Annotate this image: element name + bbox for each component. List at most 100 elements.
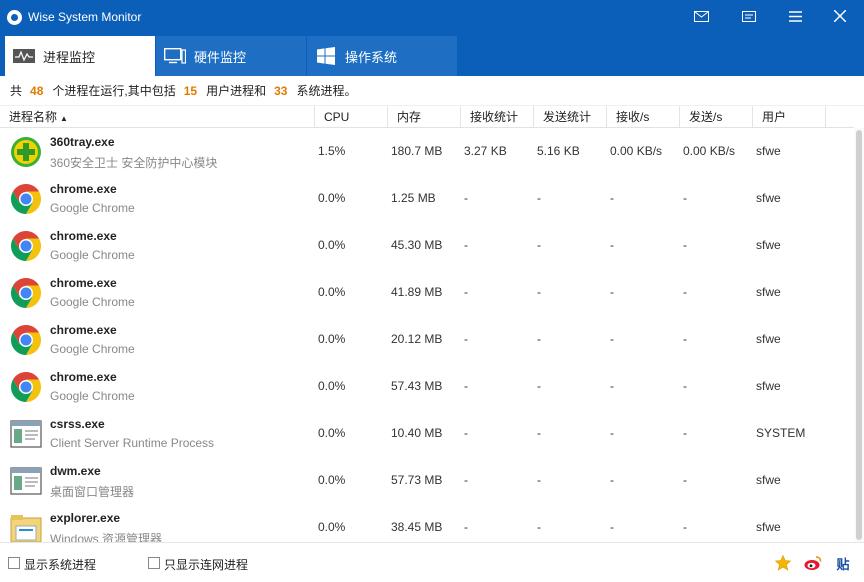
tab-hardware-monitor[interactable]: 硬件监控 [156,36,306,76]
column-header-cpu[interactable]: CPU [315,106,388,128]
process-sent-cell: - [537,238,541,252]
process-mem-cell: 1.25 MB [391,191,436,205]
process-sent-cell: - [537,520,541,534]
process-mem-cell: 45.30 MB [391,238,443,252]
tab-operating-system[interactable]: 操作系统 [307,36,457,76]
process-row[interactable]: chrome.exe Google Chrome 0.0% 57.43 MB - - - - s… [0,363,854,410]
process-sent-s-cell: - [683,191,687,205]
process-user-cell: sfwe [756,285,781,299]
chrome-icon [10,371,42,403]
process-name: chrome.exe [50,370,117,384]
process-sent-s-cell: - [683,379,687,393]
process-table-header: 进程名称 ▲ CPU 内存 接收统计 发送统计 接收/s 发送/s 用户 [0,106,854,128]
user-process-count: 15 [183,83,198,98]
process-description: Google Chrome [50,389,135,403]
process-cpu-cell: 1.5% [318,144,346,158]
process-cpu-cell: 0.0% [318,520,346,534]
process-recv-s-cell: - [610,332,614,346]
scrollbar-thumb[interactable] [856,130,862,540]
process-cpu-cell: 0.0% [318,332,346,346]
mail-icon[interactable] [689,5,713,27]
process-cpu-cell: 0.0% [318,191,346,205]
column-header-sent[interactable]: 发送统计 [534,106,607,128]
process-recv-cell: - [464,285,468,299]
window-title: Wise System Monitor [28,10,142,24]
menu-icon[interactable] [783,5,807,27]
process-list: 360tray.exe 360安全卫士 安全防护中心模块 1.5% 180.7 MB 3… [0,128,854,542]
process-recv-s-cell: - [610,379,614,393]
process-row[interactable]: dwm.exe 桌面窗口管理器 0.0% 57.73 MB - - - - sfwe [0,457,854,504]
network-only-checkbox[interactable] [148,557,160,569]
process-description: Client Server Runtime Process [50,436,215,450]
process-cpu-cell: 0.0% [318,238,346,252]
column-header-receive-rate[interactable]: 接收/s [607,106,680,128]
process-sent-s-cell: - [683,238,687,252]
summary-text: 系统进程。 [296,84,357,98]
process-recv-cell: - [464,191,468,205]
show-system-processes-label: 显示系统进程 [24,558,97,572]
process-recv-cell: - [464,426,468,440]
process-cpu-cell: 0.0% [318,426,346,440]
summary-prefix: 共 [10,84,23,98]
close-icon[interactable] [828,5,852,27]
process-sent-cell: - [537,379,541,393]
summary-text: 用户进程和 [206,84,267,98]
explorer-icon [10,512,42,542]
scrollbar[interactable] [854,128,864,542]
chrome-icon [10,277,42,309]
star-icon[interactable] [774,554,792,572]
process-name: chrome.exe [50,229,117,243]
process-name: chrome.exe [50,276,117,290]
process-recv-cell: - [464,520,468,534]
process-row[interactable]: explorer.exe Windows 资源管理器 0.0% 38.45 MB - - -… [0,504,854,542]
column-header-memory[interactable]: 内存 [388,106,461,128]
process-name: dwm.exe [50,464,101,478]
chrome-icon [10,324,42,356]
process-mem-cell: 57.73 MB [391,473,443,487]
feedback-icon[interactable] [737,5,761,27]
system-process-count: 33 [274,83,288,98]
process-row[interactable]: chrome.exe Google Chrome 0.0% 45.30 MB - - - - s… [0,222,854,269]
process-mem-cell: 180.7 MB [391,144,443,158]
sort-ascending-icon: ▲ [60,114,68,123]
process-recv-cell: - [464,379,468,393]
process-recv-s-cell: - [610,473,614,487]
process-recv-cell: - [464,473,468,487]
process-name: chrome.exe [50,182,117,196]
tab-process-monitor[interactable]: 进程监控 [5,36,155,76]
process-user-cell: sfwe [756,191,781,205]
process-row[interactable]: 360tray.exe 360安全卫士 安全防护中心模块 1.5% 180.7 MB 3… [0,128,854,175]
process-recv-s-cell: - [610,238,614,252]
weibo-icon[interactable] [804,554,822,572]
process-sent-s-cell: - [683,285,687,299]
tieba-icon[interactable]: 贴 [834,554,852,572]
column-header-user[interactable]: 用户 [753,106,826,128]
process-mem-cell: 38.45 MB [391,520,443,534]
process-row[interactable]: chrome.exe Google Chrome 0.0% 20.12 MB - - - - s… [0,316,854,363]
process-recv-cell: - [464,238,468,252]
process-sent-cell: - [537,332,541,346]
process-cpu-cell: 0.0% [318,473,346,487]
process-recv-cell: 3.27 KB [464,144,507,158]
process-user-cell: sfwe [756,332,781,346]
process-row[interactable]: chrome.exe Google Chrome 0.0% 41.89 MB - - - - s… [0,269,854,316]
process-cpu-cell: 0.0% [318,285,346,299]
column-header-name[interactable]: 进程名称 ▲ [0,106,315,128]
process-user-cell: SYSTEM [756,426,806,440]
process-summary: 共 48 个进程在运行,其中包括 15 用户进程和 33 系统进程。 [0,76,864,106]
show-system-processes-checkbox[interactable] [8,557,20,569]
process-recv-cell: - [464,332,468,346]
process-recv-s-cell: - [610,285,614,299]
system-process-icon [10,418,42,450]
column-header-send-rate[interactable]: 发送/s [680,106,753,128]
app-logo-icon [7,10,22,25]
process-row[interactable]: csrss.exe Client Server Runtime Process 0.… [0,410,854,457]
process-description: Google Chrome [50,342,135,356]
process-row[interactable]: chrome.exe Google Chrome 0.0% 1.25 MB - - - - sf… [0,175,854,222]
tab-label: 进程监控 [43,49,96,65]
process-name: chrome.exe [50,323,117,337]
process-mem-cell: 57.43 MB [391,379,443,393]
system-process-icon [10,465,42,497]
column-header-received[interactable]: 接收统计 [461,106,534,128]
hardware-monitor-icon [164,48,186,64]
